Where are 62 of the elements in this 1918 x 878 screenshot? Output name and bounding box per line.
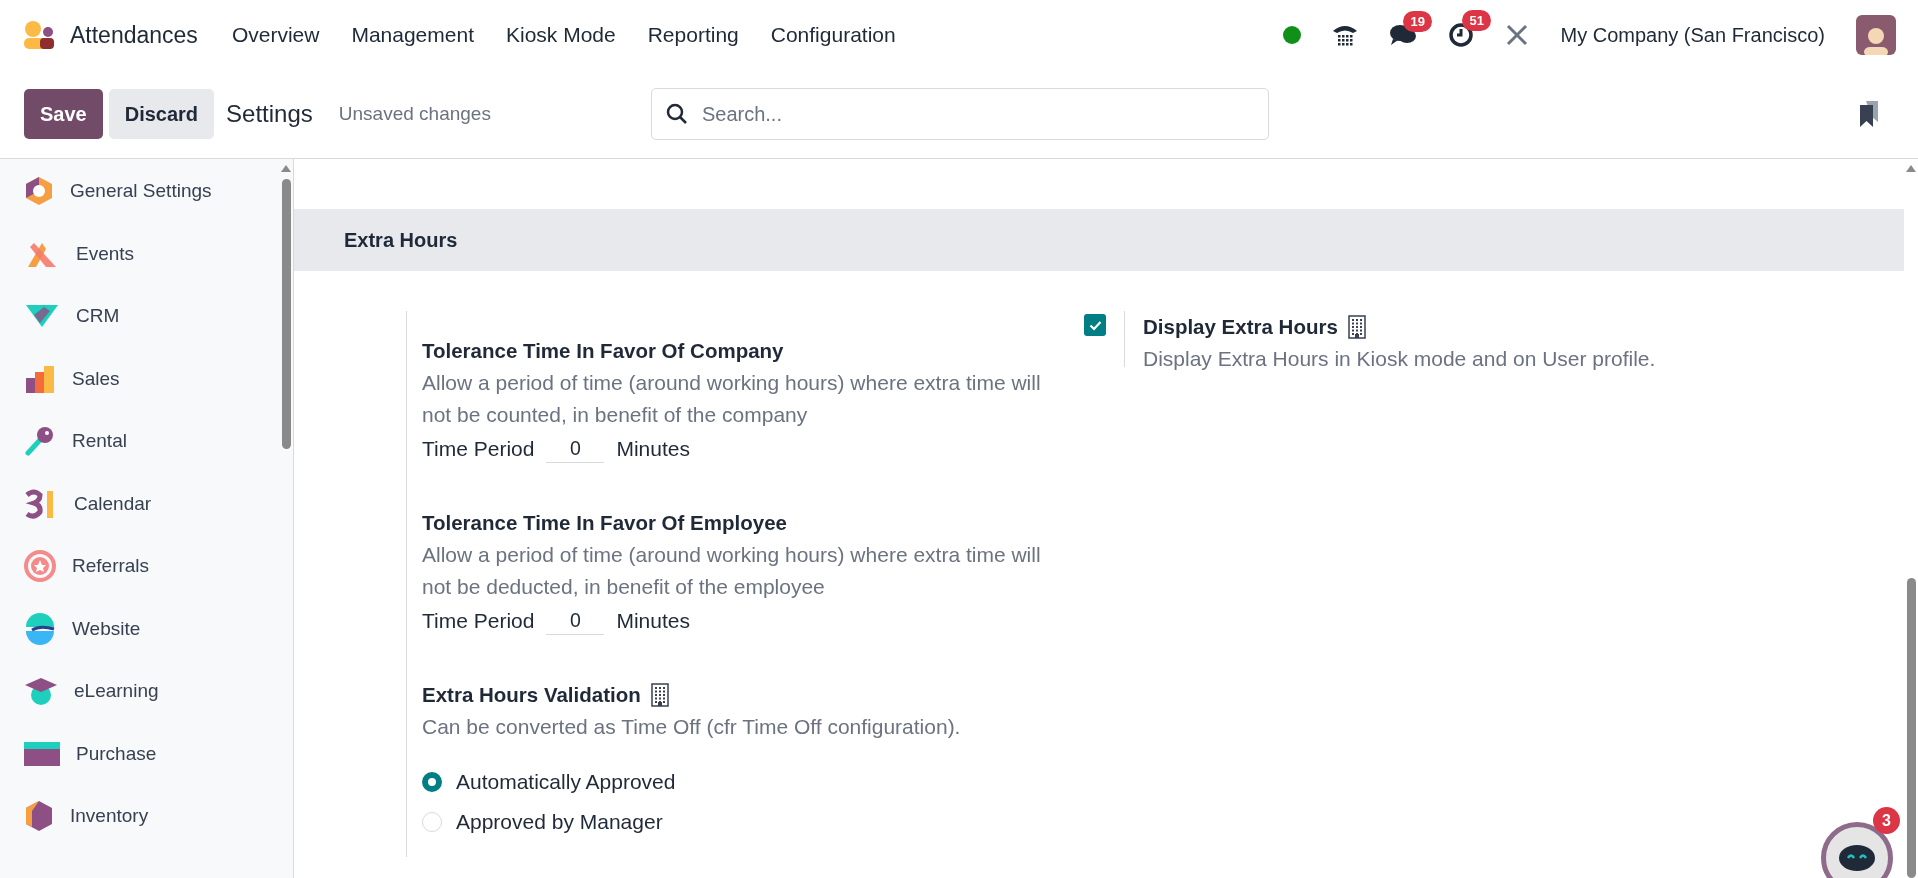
scroll-up-arrow-icon[interactable]: [1905, 163, 1917, 173]
sidebar-item[interactable]: Calendar: [0, 472, 279, 535]
sidebar-item[interactable]: Website: [0, 597, 279, 660]
graduation-cap-icon: [24, 675, 58, 708]
field-label: Time Period: [422, 608, 535, 634]
menu-item[interactable]: Kiosk Mode: [490, 23, 632, 47]
notification-badge: 3: [1873, 807, 1900, 834]
unit-label: Minutes: [616, 436, 690, 462]
sidebar-item[interactable]: Purchase: [0, 722, 279, 785]
setting-title: Tolerance Time In Favor Of Employee: [422, 510, 787, 536]
sidebar-item[interactable]: Inventory: [0, 785, 279, 848]
section-title: Extra Hours: [344, 228, 458, 252]
setting-title: Extra Hours Validation: [422, 682, 641, 708]
sidebar-item[interactable]: Rental: [0, 410, 279, 473]
hexagon-icon: [24, 176, 54, 207]
sidebar-item[interactable]: CRM: [0, 285, 279, 348]
scrollbar-thumb[interactable]: [281, 179, 291, 449]
save-button[interactable]: Save: [24, 89, 103, 139]
setting-description: Allow a period of time (around working hours) where extra time will not be counted, in benefit of the company: [422, 370, 1042, 428]
scrollbar-thumb[interactable]: [1906, 578, 1916, 878]
key-icon: [24, 426, 56, 457]
setting-title: Tolerance Time In Favor Of Company: [422, 338, 784, 364]
notification-badge: 19: [1403, 11, 1432, 32]
menu-item[interactable]: Reporting: [631, 23, 755, 47]
page-title: Settings: [226, 100, 313, 128]
setting-title: Display Extra Hours: [1143, 314, 1338, 340]
unsaved-status: Unsaved changes: [338, 103, 491, 125]
phone-icon[interactable]: [1332, 23, 1359, 47]
star-badge-icon: [24, 550, 56, 583]
unit-label: Minutes: [616, 608, 690, 634]
globe-icon: [24, 612, 56, 645]
app-logo-icon: [22, 20, 56, 50]
sidebar-item[interactable]: Referrals: [0, 535, 279, 598]
setting-description: Display Extra Hours in Kiosk mode and on User profile.: [1143, 346, 1656, 372]
radio-label[interactable]: Automatically Approved: [456, 765, 676, 799]
menu-item[interactable]: Management: [335, 23, 490, 47]
menu-item[interactable]: Configuration: [754, 23, 912, 47]
menu-item[interactable]: Overview: [215, 23, 336, 47]
field-label: Time Period: [422, 436, 535, 462]
cube-icon: [24, 800, 54, 833]
sidebar-item[interactable]: Sales: [0, 347, 279, 410]
card-icon: [24, 739, 60, 768]
sidebar-item[interactable]: eLearning: [0, 660, 279, 723]
setting-description: Can be converted as Time Off (cfr Time Off configuration).: [422, 714, 962, 740]
check-icon: [1088, 319, 1102, 331]
app-name[interactable]: Attendances: [70, 21, 198, 49]
radio-button[interactable]: [422, 772, 442, 792]
bookmarks-icon[interactable]: [1858, 100, 1880, 128]
scroll-up-arrow-icon[interactable]: [280, 163, 292, 173]
company-switcher[interactable]: My Company (San Francisco): [1560, 23, 1825, 47]
notification-badge: 51: [1462, 10, 1491, 31]
search-bar[interactable]: Search...: [650, 88, 1269, 140]
radio-label[interactable]: Approved by Manager: [456, 805, 663, 839]
checkbox[interactable]: [1084, 314, 1106, 336]
search-icon: [665, 103, 688, 125]
user-avatar[interactable]: [1856, 15, 1896, 55]
status-dot-icon: [1283, 26, 1302, 44]
setting-description: Allow a period of time (around working hours) where extra time will not be deducted, in benefit of the employee: [422, 542, 1042, 600]
sidebar-item[interactable]: General Settings: [0, 160, 279, 223]
sidebar-item[interactable]: Events: [0, 222, 279, 285]
discard-button[interactable]: Discard: [108, 89, 215, 139]
bar-chart-icon: [24, 363, 56, 394]
